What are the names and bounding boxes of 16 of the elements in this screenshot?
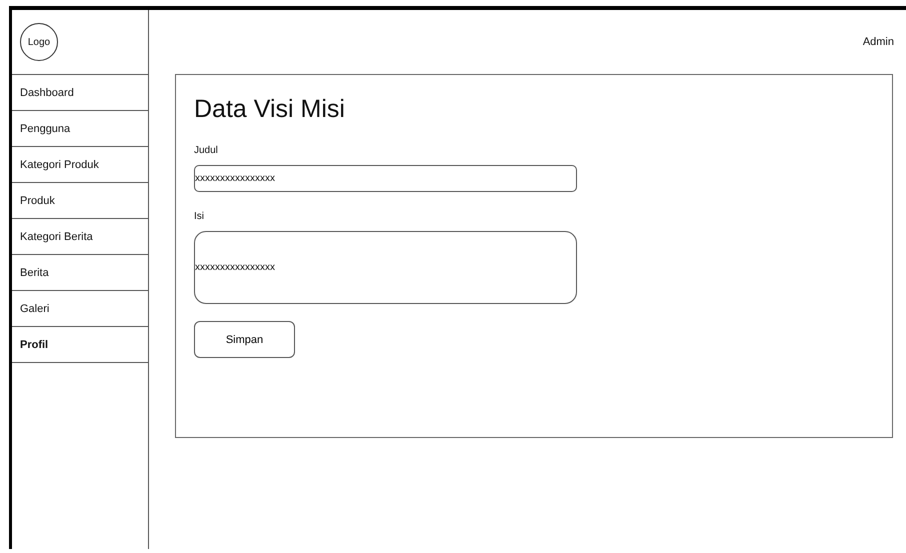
sidebar-item[interactable]: Profil xyxy=(12,327,148,363)
sidebar-item[interactable]: Kategori Produk xyxy=(12,147,148,183)
sidebar-item[interactable]: Kategori Berita xyxy=(12,219,148,255)
text-area[interactable]: xxxxxxxxxxxxxxxx xyxy=(194,231,577,304)
sidebar-item[interactable]: Produk xyxy=(12,183,148,219)
sidebar-item[interactable]: Pengguna xyxy=(12,111,148,147)
sidebar-item[interactable]: Berita xyxy=(12,255,148,291)
sidebar-item[interactable]: Dashboard xyxy=(12,75,148,111)
sidebar-item[interactable]: Galeri xyxy=(12,291,148,327)
field-label: Isi xyxy=(194,211,204,222)
user-name[interactable]: Admin xyxy=(862,36,894,48)
save-button[interactable]: Simpan xyxy=(194,321,295,358)
field-label: Judul xyxy=(194,145,218,156)
page-title: Data Visi Misi xyxy=(194,95,346,124)
input-field[interactable]: xxxxxxxxxxxxxxxx xyxy=(194,165,577,192)
logo: Logo xyxy=(20,23,58,61)
